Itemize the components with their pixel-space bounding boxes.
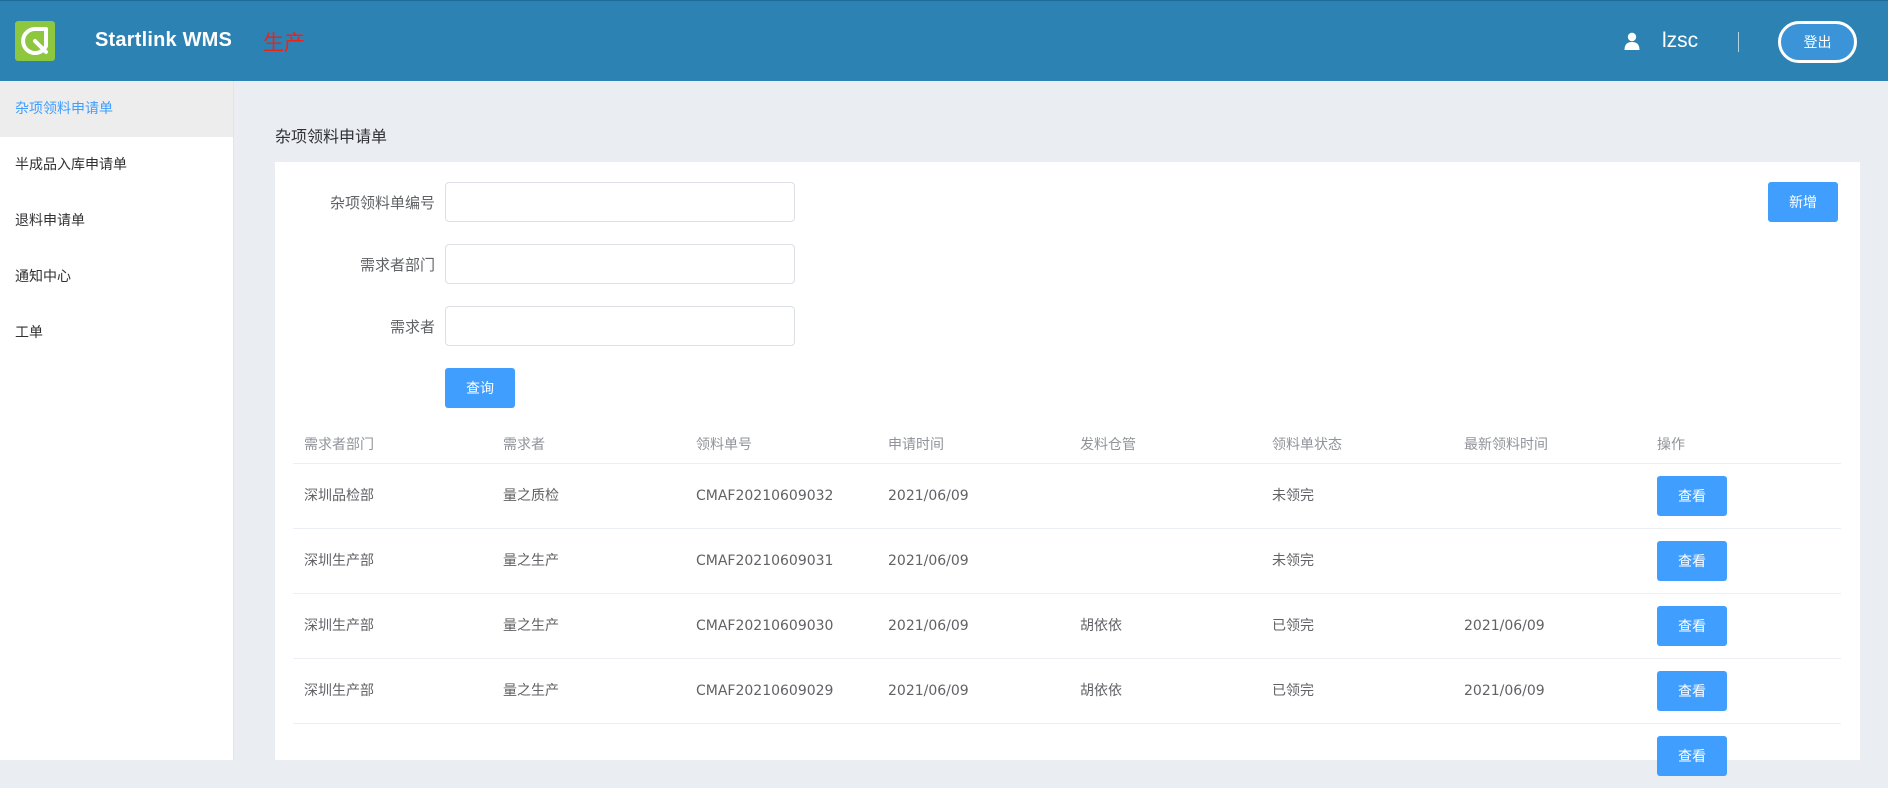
content-card: 杂项领料单编号 需求者部门 需求者 查询 新增 需求者部门 需求者 领料单号 申…: [275, 162, 1860, 776]
cell-request-date: 2021/06/09: [888, 618, 969, 634]
view-button[interactable]: 查看: [1657, 671, 1727, 711]
table-header: 需求者部门 需求者 领料单号 申请时间 发料仓管 领料单状态 最新领料时间 操作: [293, 428, 1841, 464]
column-header: 最新领料时间: [1464, 437, 1548, 453]
column-header: 需求者: [503, 437, 545, 453]
user-icon: [1624, 32, 1640, 50]
requisition-number-label: 杂项领料单编号: [329, 194, 435, 212]
cell-department: 深圳生产部: [304, 618, 374, 634]
add-button[interactable]: 新增: [1768, 182, 1838, 222]
column-header: 领料单号: [696, 437, 752, 453]
column-header: 操作: [1657, 437, 1685, 453]
logout-button[interactable]: 登出: [1778, 21, 1857, 63]
cell-requester: 量之生产: [503, 683, 559, 699]
view-button[interactable]: 查看: [1657, 541, 1727, 581]
requester-input[interactable]: [445, 306, 795, 346]
top-bar: Startlink WMS 生产 lzsc 登出: [0, 0, 1888, 81]
table-row: 深圳生产部 量之生产 CMAF20210609030 2021/06/09 胡依…: [293, 594, 1841, 659]
sidebar-item-semi-finished-inbound[interactable]: 半成品入库申请单: [0, 137, 233, 193]
cell-latest-time: 2021/06/09: [1464, 683, 1545, 699]
sidebar-item-notification-center[interactable]: 通知中心: [0, 249, 233, 305]
sidebar-item-work-order[interactable]: 工单: [0, 305, 233, 361]
cell-requisition-number: CMAF20210609029: [696, 683, 834, 699]
module-title: 生产: [263, 31, 305, 55]
cell-warehouse-keeper: 胡依依: [1080, 683, 1122, 699]
header-divider: [1738, 32, 1739, 52]
cell-status: 未领完: [1272, 488, 1314, 504]
view-button[interactable]: 查看: [1657, 606, 1727, 646]
requisition-number-input[interactable]: [445, 182, 795, 222]
cell-status: 已领完: [1272, 683, 1314, 699]
department-input[interactable]: [445, 244, 795, 284]
cell-requester: 量之生产: [503, 553, 559, 569]
cell-department: 深圳品检部: [304, 488, 374, 504]
cell-request-date: 2021/06/09: [888, 683, 969, 699]
cell-requisition-number: CMAF20210609030: [696, 618, 834, 634]
cell-department: 深圳生产部: [304, 683, 374, 699]
sidebar: 杂项领料申请单 半成品入库申请单 退料申请单 通知中心 工单: [0, 81, 234, 760]
view-button[interactable]: 查看: [1657, 476, 1727, 516]
cell-requisition-number: CMAF20210609031: [696, 553, 834, 569]
column-header: 申请时间: [888, 437, 944, 453]
cell-requester: 量之生产: [503, 618, 559, 634]
table-row: 查看: [293, 724, 1841, 788]
table-row: 深圳品检部 量之质检 CMAF20210609032 2021/06/09 未领…: [293, 464, 1841, 529]
sidebar-item-misc-requisition[interactable]: 杂项领料申请单: [0, 81, 233, 137]
cell-latest-time: 2021/06/09: [1464, 618, 1545, 634]
view-button[interactable]: 查看: [1657, 736, 1727, 776]
username: lzsc: [1662, 29, 1699, 52]
column-header: 需求者部门: [304, 437, 374, 453]
requester-label: 需求者: [389, 318, 435, 336]
sidebar-item-material-return[interactable]: 退料申请单: [0, 193, 233, 249]
page-title: 杂项领料申请单: [275, 127, 388, 146]
app-title: Startlink WMS: [95, 29, 233, 51]
column-header: 发料仓管: [1080, 437, 1136, 453]
cell-department: 深圳生产部: [304, 553, 374, 569]
table-row: 深圳生产部 量之生产 CMAF20210609029 2021/06/09 胡依…: [293, 659, 1841, 724]
logo-icon: [15, 21, 55, 61]
cell-warehouse-keeper: 胡依依: [1080, 618, 1122, 634]
cell-request-date: 2021/06/09: [888, 553, 969, 569]
requisition-table: 需求者部门 需求者 领料单号 申请时间 发料仓管 领料单状态 最新领料时间 操作…: [293, 428, 1841, 788]
cell-requester: 量之质检: [503, 488, 559, 504]
cell-requisition-number: CMAF20210609032: [696, 488, 834, 504]
cell-status: 未领完: [1272, 553, 1314, 569]
query-button[interactable]: 查询: [445, 368, 515, 408]
table-row: 深圳生产部 量之生产 CMAF20210609031 2021/06/09 未领…: [293, 529, 1841, 594]
cell-request-date: 2021/06/09: [888, 488, 969, 504]
cell-status: 已领完: [1272, 618, 1314, 634]
department-label: 需求者部门: [359, 256, 435, 274]
column-header: 领料单状态: [1272, 437, 1342, 453]
